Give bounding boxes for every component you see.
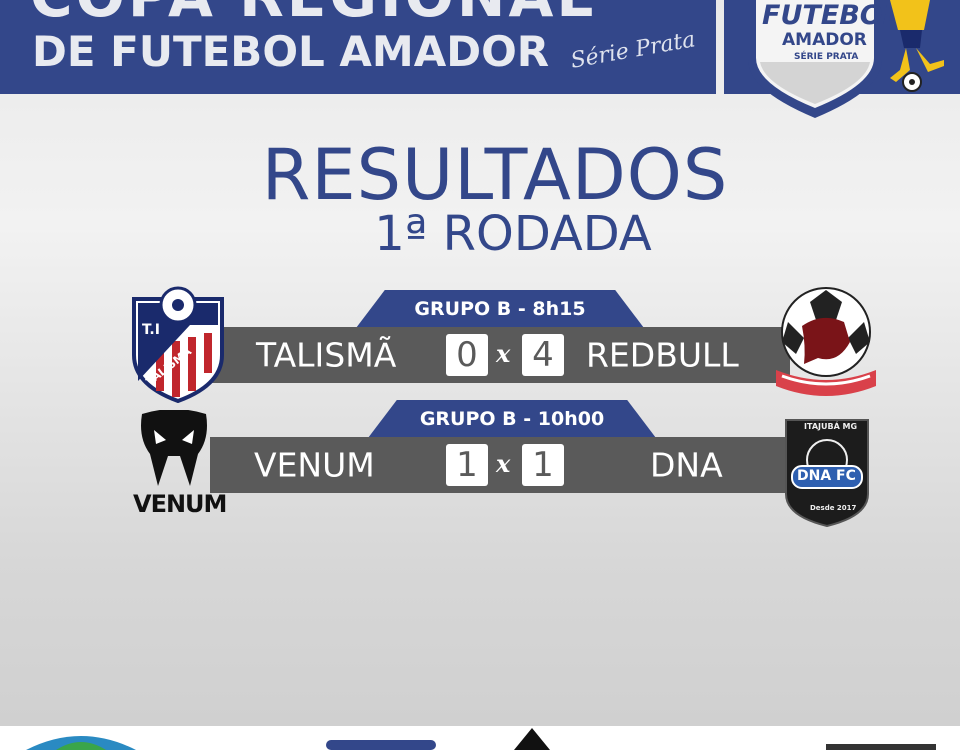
sponsor-logo-icon (26, 736, 136, 750)
away-score: 1 (522, 444, 564, 486)
dna-fc-logo-top: ITAJUBÁ MG (804, 422, 858, 431)
away-score: 4 (522, 334, 564, 376)
talisma-crest-icon (132, 286, 224, 403)
banner-serie: Série Prata (568, 27, 698, 74)
venum-logo-text: VENUM (133, 490, 227, 518)
page-title: RESULTADOS (261, 134, 729, 216)
banner-title-top: COPA REGIONAL (30, 0, 596, 30)
logo-line2: AMADOR (782, 30, 867, 50)
banner-title-main: DE FUTEBOL AMADOR (32, 27, 550, 76)
redbull-ball-icon (776, 287, 876, 396)
sponsor-logo-icon (326, 740, 436, 750)
home-team-name: VENUM (254, 445, 375, 485)
logo-line3: SÉRIE PRATA (794, 52, 859, 62)
vs-glyph: x (496, 449, 511, 478)
venum-snake-icon (141, 410, 207, 486)
group-time-label: GRUPO B - 8h15 (356, 290, 644, 328)
dna-fc-logo-name: DNA FC (797, 468, 856, 484)
sponsor-logo-icon (514, 728, 550, 750)
vs-glyph: x (496, 339, 511, 368)
player-icon (890, 0, 944, 92)
home-score: 0 (446, 334, 488, 376)
sponsor-logo-icon (826, 744, 936, 750)
group-time-label: GRUPO B - 10h00 (368, 400, 656, 438)
header-banner: COPA REGIONAL DE FUTEBOL AMADOR Série Pr… (0, 0, 716, 94)
talisma-crest-initials: T.I (142, 322, 160, 338)
page-subtitle: 1ª RODADA (374, 206, 652, 262)
sponsor-strip (0, 726, 960, 750)
away-team-name: DNA (650, 445, 723, 485)
home-team-name: TALISMÃ (256, 335, 397, 375)
dna-fc-logo-since: Desde 2017 (810, 504, 857, 512)
match-row: TALISMÃ 0 x 4 REDBULL (210, 327, 790, 383)
match-row: VENUM 1 x 1 DNA (210, 437, 790, 493)
away-team-name: REDBULL (586, 335, 739, 375)
home-score: 1 (446, 444, 488, 486)
